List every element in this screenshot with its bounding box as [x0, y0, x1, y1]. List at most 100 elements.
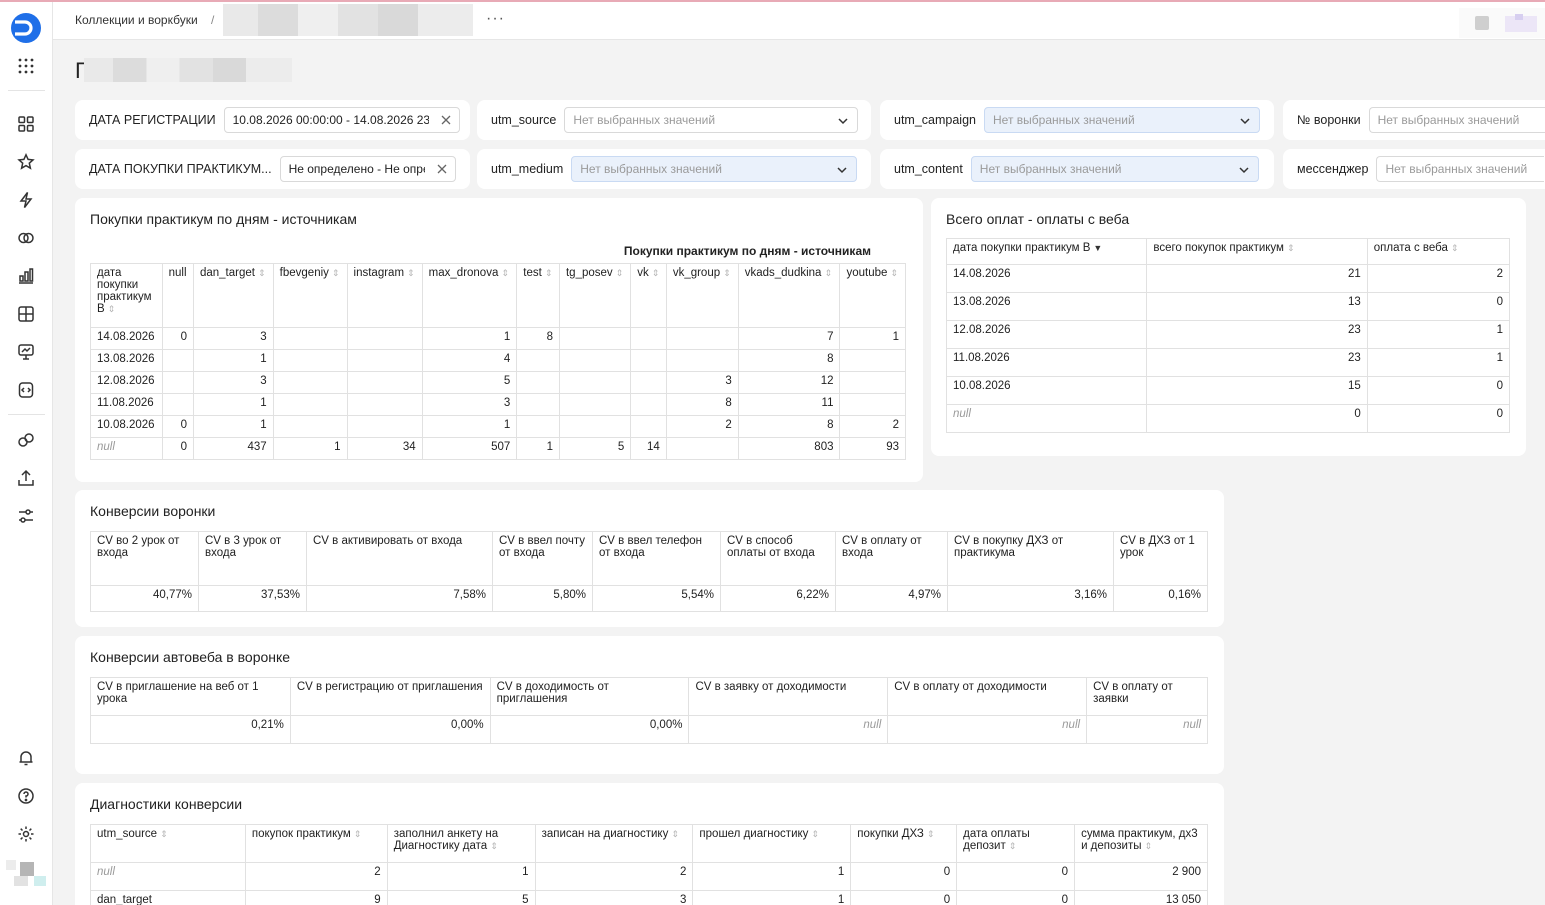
sort-icon[interactable]: ⇕	[824, 268, 832, 278]
shared-entries-icon[interactable]	[14, 428, 38, 452]
column-header[interactable]: vk ⇕	[630, 263, 667, 328]
column-header[interactable]: дата покупки практикум В ⇕	[90, 263, 163, 328]
datasets-icon[interactable]	[14, 226, 38, 250]
column-header: CV в покупку ДХЗ от практикума	[947, 531, 1114, 586]
column-header[interactable]: всего покупок практикум ⇕	[1146, 238, 1368, 265]
column-header[interactable]: покупки ДХЗ ⇕	[850, 824, 958, 863]
utm-content-select[interactable]: Нет выбранных значений	[970, 156, 1259, 182]
sort-icon[interactable]: ⇕	[652, 268, 660, 278]
payments-table: дата покупки практикум В ▼ всего покупок п…	[945, 238, 1511, 433]
avatar[interactable]	[6, 860, 48, 890]
collections-icon[interactable]	[14, 112, 38, 136]
column-header[interactable]: test ⇕	[516, 263, 560, 328]
sort-icon[interactable]: ⇕	[1287, 243, 1295, 253]
panel-diagnostics-conversions: Диагностики конверсии utm_source ⇕ покупок…	[75, 783, 1224, 905]
column-header[interactable]: дата покупки практикум В ▼	[945, 238, 1148, 265]
column-header-label: youtube	[846, 267, 888, 279]
clear-icon[interactable]	[439, 113, 453, 127]
table-cell: 5,54%	[592, 585, 721, 612]
reports-icon[interactable]	[14, 340, 38, 364]
sort-icon[interactable]: ⇕	[490, 841, 498, 851]
column-header[interactable]: оплата с веба ⇕	[1366, 238, 1511, 265]
table-cell: 0	[850, 890, 958, 905]
sort-icon[interactable]: ⇕	[545, 268, 553, 278]
user-menu-icon[interactable]	[1503, 12, 1539, 34]
column-header-label: сумма практикум, дх3 и депозиты	[1081, 828, 1198, 852]
column-header[interactable]: dan_target ⇕	[192, 263, 274, 328]
table-cell	[161, 371, 194, 394]
registration-date-input[interactable]: 10.08.2026 00:00:00 - 14.08.2026 23:59:5…	[223, 107, 460, 133]
document-icon[interactable]	[1473, 14, 1491, 32]
sort-icon[interactable]: ⇕	[811, 829, 819, 839]
apps-grid-icon[interactable]	[14, 54, 38, 78]
column-header[interactable]: fbevgeniy ⇕	[272, 263, 348, 328]
column-header: CV в заявку от доходимости	[688, 677, 889, 716]
utm-campaign-select[interactable]: Нет выбранных значений	[984, 107, 1260, 133]
purchase-date-input[interactable]: Не определено - Не определено	[279, 156, 456, 182]
column-header[interactable]: vkads_dudkina ⇕	[737, 263, 841, 328]
upload-icon[interactable]	[14, 466, 38, 490]
sort-icon[interactable]: ⇕	[258, 268, 266, 278]
column-header[interactable]: tg_posev ⇕	[558, 263, 632, 328]
column-header[interactable]: сумма практикум, дх3 и депозиты ⇕	[1074, 824, 1208, 863]
column-header[interactable]: дата оплаты депозит ⇕	[956, 824, 1076, 863]
more-actions-icon[interactable]: ···	[486, 10, 505, 28]
settings-gear-icon[interactable]	[14, 822, 38, 846]
datalens-logo-icon[interactable]	[10, 12, 42, 44]
column-header: CV в ДХЗ от 1 урок	[1113, 531, 1208, 586]
column-header-label: CV в регистрацию от приглашения	[296, 681, 483, 693]
sort-icon[interactable]: ⇕	[501, 268, 509, 278]
column-header[interactable]: instagram ⇕	[346, 263, 423, 328]
messenger-select[interactable]: Нет выбранных значений	[1376, 156, 1545, 182]
dashboards-icon[interactable]	[14, 302, 38, 326]
sort-icon[interactable]: ⇕	[1009, 841, 1017, 851]
editor-icon[interactable]	[14, 378, 38, 402]
notifications-bell-icon[interactable]	[14, 746, 38, 770]
help-icon[interactable]	[14, 784, 38, 808]
column-header-label: CV в заявку от доходимости	[695, 681, 847, 693]
column-header[interactable]: заполнил анкету на Диагностику дата ⇕	[386, 824, 536, 863]
favorites-star-icon[interactable]	[14, 150, 38, 174]
table-cell: 1	[272, 437, 348, 460]
sort-icon[interactable]: ⇕	[890, 268, 898, 278]
column-header[interactable]: vk_group ⇕	[665, 263, 739, 328]
table-cell: 10.08.2026	[90, 415, 163, 438]
table-row: null 0 0	[945, 404, 1511, 433]
table-cell	[516, 393, 560, 416]
breadcrumb-collections[interactable]: Коллекции и воркбуки	[75, 13, 198, 27]
column-header[interactable]: utm_source ⇕	[90, 824, 246, 863]
sort-icon[interactable]: ⇕	[671, 829, 679, 839]
table-cell: 23	[1146, 320, 1368, 349]
sort-icon[interactable]: ⇕	[1145, 841, 1153, 851]
sort-icon[interactable]: ⇕	[354, 829, 362, 839]
utm-medium-select[interactable]: Нет выбранных значений	[571, 156, 858, 182]
sort-icon[interactable]: ⇕	[160, 829, 168, 839]
column-header[interactable]: max_dronova ⇕	[421, 263, 518, 328]
column-header-label: fbevgeniy	[279, 267, 329, 279]
sort-icon[interactable]: ⇕	[108, 304, 116, 314]
table-cell	[346, 393, 423, 416]
sort-icon[interactable]: ▼	[1093, 243, 1102, 253]
sort-icon[interactable]: ⇕	[927, 829, 935, 839]
sort-icon[interactable]: ⇕	[616, 268, 624, 278]
connections-bolt-icon[interactable]	[14, 188, 38, 212]
column-header[interactable]: null	[161, 263, 194, 328]
sort-icon[interactable]: ⇕	[1451, 243, 1459, 253]
sort-icon[interactable]: ⇕	[723, 268, 731, 278]
table-cell: 14.08.2026	[945, 264, 1148, 293]
utm-source-select[interactable]: Нет выбранных значений	[564, 107, 859, 133]
clear-icon[interactable]	[435, 162, 449, 176]
settings-sliders-icon[interactable]	[14, 504, 38, 528]
column-header[interactable]: записан на диагностику ⇕	[534, 824, 694, 863]
column-header[interactable]: покупок практикум ⇕	[244, 824, 388, 863]
sidebar	[0, 2, 53, 905]
funnel-number-select[interactable]: Нет выбранных значений	[1368, 107, 1545, 133]
charts-icon[interactable]	[14, 264, 38, 288]
sort-icon[interactable]: ⇕	[332, 268, 340, 278]
column-header-label: заполнил анкету на Диагностику дата	[393, 828, 499, 852]
table-cell	[272, 327, 348, 350]
sort-icon[interactable]: ⇕	[407, 268, 415, 278]
table-cell	[516, 371, 560, 394]
column-header[interactable]: прошел диагностику ⇕	[692, 824, 852, 863]
column-header[interactable]: youtube ⇕	[839, 263, 906, 328]
